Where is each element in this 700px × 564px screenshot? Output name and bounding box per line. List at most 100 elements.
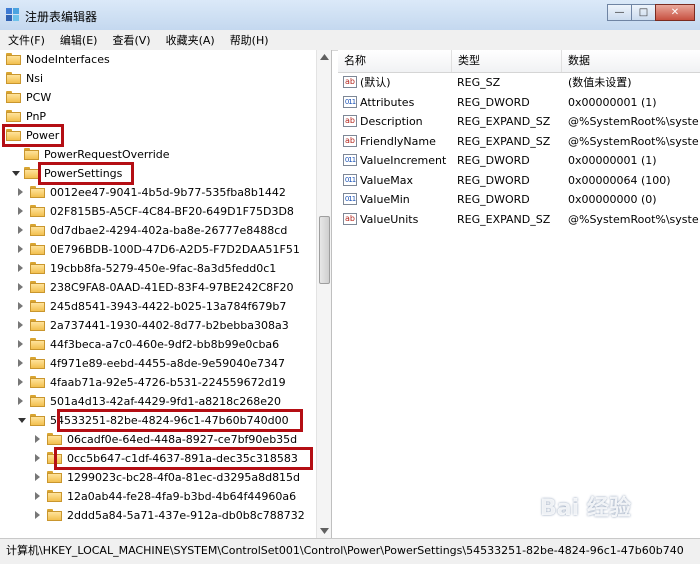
tree-item[interactable]: 44f3beca-a7c0-460e-9df2-bb8b99e0cba6 — [0, 335, 316, 354]
tree-item[interactable]: PowerRequestOverride — [0, 145, 316, 164]
tree-item[interactable]: Nsi — [0, 69, 316, 88]
menu-view[interactable]: 查看(V) — [104, 32, 157, 48]
registry-value-list[interactable]: 名称 类型 数据 ab (默认) REG_SZ (数值未设置) 011 Attribute… — [338, 50, 700, 538]
expand-arrow-icon[interactable] — [18, 321, 23, 329]
expand-arrow-icon[interactable] — [18, 359, 23, 367]
menu-edit[interactable]: 编辑(E) — [52, 32, 105, 48]
value-row[interactable]: 011 ValueMin REG_DWORD 0x00000000 (0) — [338, 190, 700, 209]
menu-help[interactable]: 帮助(H) — [222, 32, 276, 48]
expand-arrow-icon[interactable] — [18, 226, 23, 234]
expand-arrow-icon[interactable] — [18, 302, 23, 310]
binary-value-icon: 011 — [343, 173, 357, 186]
tree-item[interactable]: 54533251-82be-4824-96c1-47b60b740d00 — [0, 411, 316, 430]
scrollbar-thumb[interactable] — [319, 216, 330, 284]
expand-arrow-icon[interactable] — [35, 473, 40, 481]
window-title: 注册表编辑器 — [25, 10, 98, 24]
expand-arrow-icon[interactable] — [18, 264, 23, 272]
folder-icon — [30, 262, 45, 274]
value-name: FriendlyName — [360, 134, 436, 148]
tree-item-label: PowerRequestOverride — [44, 148, 170, 161]
collapse-arrow-icon[interactable] — [18, 418, 26, 423]
column-header-data[interactable]: 数据 — [562, 50, 700, 72]
tree-item-label: 4f971e89-eebd-4455-a8de-9e59040e7347 — [50, 357, 286, 370]
tree-item-label: 19cbb8fa-5279-450e-9fac-8a3d5fedd0c1 — [50, 262, 277, 275]
folder-icon — [30, 243, 45, 255]
folder-icon — [30, 357, 45, 369]
tree-item-label: 0d7dbae2-4294-402a-ba8e-26777e8488cd — [50, 224, 288, 237]
menu-bar: 文件(F) 编辑(E) 查看(V) 收藏夹(A) 帮助(H) — [0, 30, 700, 51]
value-row[interactable]: ab Description REG_EXPAND_SZ @%SystemRoot%\… — [338, 112, 700, 131]
value-row[interactable]: ab (默认) REG_SZ (数值未设置) — [338, 73, 700, 92]
tree-item[interactable]: 4faab71a-92e5-4726-b531-224559672d19 — [0, 373, 316, 392]
string-value-icon: ab — [343, 76, 357, 88]
menu-favorites[interactable]: 收藏夹(A) — [158, 32, 222, 48]
expand-arrow-icon[interactable] — [35, 511, 40, 519]
close-button[interactable]: ✕ — [655, 4, 695, 21]
expand-arrow-icon[interactable] — [18, 245, 23, 253]
tree-item[interactable]: 238C9FA8-0AAD-41ED-83F4-97BE242C8F20 — [0, 278, 316, 297]
value-row[interactable]: ab FriendlyName REG_EXPAND_SZ @%SystemRoot%… — [338, 132, 700, 151]
window-controls: — □ ✕ — [607, 4, 695, 21]
expand-arrow-icon[interactable] — [18, 207, 23, 215]
value-data: 0x00000001 (1) — [568, 95, 657, 109]
list-header: 名称 类型 数据 — [338, 50, 700, 73]
string-value-icon: ab — [343, 115, 357, 127]
column-header-type[interactable]: 类型 — [452, 50, 562, 72]
expand-arrow-icon[interactable] — [35, 435, 40, 443]
registry-key-tree[interactable]: NodeInterfaces Nsi PCW PnP Power PowerRequest… — [0, 50, 332, 538]
scroll-down-icon[interactable] — [320, 528, 329, 534]
expand-arrow-icon[interactable] — [18, 283, 23, 291]
expand-arrow-icon[interactable] — [18, 188, 23, 196]
expand-arrow-icon[interactable] — [35, 454, 40, 462]
tree-item[interactable]: 19cbb8fa-5279-450e-9fac-8a3d5fedd0c1 — [0, 259, 316, 278]
tree-item[interactable]: 0d7dbae2-4294-402a-ba8e-26777e8488cd — [0, 221, 316, 240]
maximize-button[interactable]: □ — [631, 4, 656, 21]
tree-item[interactable]: 12a0ab44-fe28-4fa9-b3bd-4b64f44960a6 — [0, 487, 316, 506]
value-type: REG_EXPAND_SZ — [457, 134, 551, 148]
minimize-button[interactable]: — — [607, 4, 632, 21]
tree-item[interactable]: PowerSettings — [0, 164, 316, 183]
tree-item[interactable]: 1299023c-bc28-4f0a-81ec-d3295a8d815d — [0, 468, 316, 487]
tree-item[interactable]: 245d8541-3943-4422-b025-13a784f679b7 — [0, 297, 316, 316]
value-row[interactable]: ab ValueUnits REG_EXPAND_SZ @%SystemRoot%\s… — [338, 210, 700, 229]
tree-item[interactable]: PCW — [0, 88, 316, 107]
tree-item[interactable]: Power — [0, 126, 316, 145]
tree-item-label: NodeInterfaces — [26, 53, 110, 66]
tree-item[interactable]: 0012ee47-9041-4b5d-9b77-535fba8b1442 — [0, 183, 316, 202]
tree-item[interactable]: 0E796BDB-100D-47D6-A2D5-F7D2DAA51F51 — [0, 240, 316, 259]
folder-icon — [30, 395, 45, 407]
tree-item[interactable]: 501a4d13-42af-4429-9fd1-a8218c268e20 — [0, 392, 316, 411]
status-bar-path: 计算机\HKEY_LOCAL_MACHINE\SYSTEM\ControlSet… — [0, 538, 700, 564]
tree-item[interactable]: 2ddd5a84-5a71-437e-912a-db0b8c788732 — [0, 506, 316, 525]
tree-item[interactable]: NodeInterfaces — [0, 50, 316, 69]
expand-arrow-icon[interactable] — [18, 378, 23, 386]
tree-item[interactable]: 0cc5b647-c1df-4637-891a-dec35c318583 — [0, 449, 316, 468]
tree-item[interactable]: 4f971e89-eebd-4455-a8de-9e59040e7347 — [0, 354, 316, 373]
value-data: @%SystemRoot%\syste — [568, 134, 699, 148]
scroll-up-icon[interactable] — [320, 54, 329, 60]
menu-file[interactable]: 文件(F) — [0, 32, 52, 48]
expand-arrow-icon[interactable] — [18, 340, 23, 348]
folder-icon — [30, 186, 45, 198]
value-data: @%SystemRoot%\syste — [568, 115, 699, 128]
tree-item-label: 0cc5b647-c1df-4637-891a-dec35c318583 — [67, 452, 298, 465]
expand-arrow-icon[interactable] — [18, 397, 23, 405]
tree-item[interactable]: 2a737441-1930-4402-8d77-b2bebba308a3 — [0, 316, 316, 335]
tree-item[interactable]: PnP — [0, 107, 316, 126]
value-row[interactable]: 011 Attributes REG_DWORD 0x00000001 (1) — [338, 93, 700, 112]
folder-icon — [6, 53, 21, 65]
expand-arrow-icon[interactable] — [35, 492, 40, 500]
folder-icon — [6, 110, 21, 122]
tree-item-label: 2ddd5a84-5a71-437e-912a-db0b8c788732 — [67, 509, 305, 522]
tree-item-label: 1299023c-bc28-4f0a-81ec-d3295a8d815d — [67, 471, 301, 484]
value-row[interactable]: 011 ValueIncrement REG_DWORD 0x00000001 (1) — [338, 151, 700, 170]
value-name: Description — [360, 115, 423, 128]
tree-item[interactable]: 02F815B5-A5CF-4C84-BF20-649D1F75D3D8 — [0, 202, 316, 221]
tree-item[interactable]: 06cadf0e-64ed-448a-8927-ce7bf90eb35d — [0, 430, 316, 449]
tree-item-label: 44f3beca-a7c0-460e-9df2-bb8b99e0cba6 — [50, 338, 280, 351]
collapse-arrow-icon[interactable] — [12, 171, 20, 176]
value-data: 0x00000064 (100) — [568, 173, 671, 187]
value-row[interactable]: 011 ValueMax REG_DWORD 0x00000064 (100) — [338, 171, 700, 190]
tree-vertical-scrollbar[interactable] — [316, 50, 331, 538]
column-header-name[interactable]: 名称 — [338, 50, 452, 72]
